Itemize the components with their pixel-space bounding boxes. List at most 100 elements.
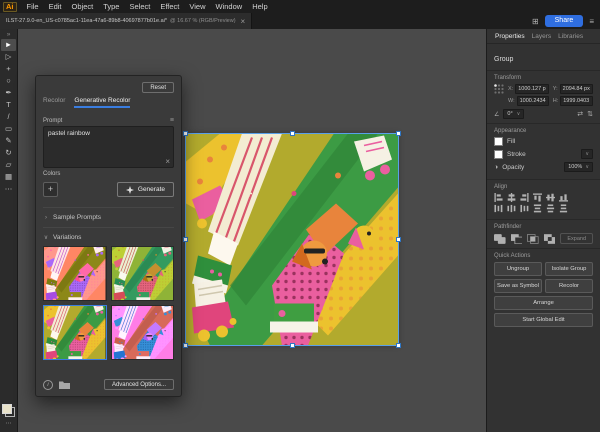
variation-1[interactable] xyxy=(43,246,107,301)
artboard[interactable] xyxy=(183,131,401,348)
panel-menu-icon[interactable]: ≡ xyxy=(589,17,594,26)
align-top-icon[interactable] xyxy=(533,193,542,202)
selection-handle-top-right[interactable] xyxy=(396,131,401,136)
rectangle-tool-icon[interactable]: ▭ xyxy=(1,123,16,135)
tab-properties[interactable]: Properties xyxy=(495,33,525,40)
more-tools-icon[interactable]: ⋯ xyxy=(1,183,16,195)
menu-window[interactable]: Window xyxy=(211,0,248,13)
distribute-bottom-icon[interactable] xyxy=(559,204,568,213)
opacity-label[interactable]: Opacity xyxy=(502,164,524,171)
variation-3[interactable] xyxy=(43,305,107,360)
menu-help[interactable]: Help xyxy=(247,0,272,13)
tab-libraries[interactable]: Libraries xyxy=(558,33,583,40)
fill-stroke-swatch[interactable] xyxy=(2,404,15,417)
tab-close-icon[interactable]: × xyxy=(241,17,246,26)
menu-type[interactable]: Type xyxy=(98,0,124,13)
tab-layers[interactable]: Layers xyxy=(532,33,552,40)
info-icon[interactable]: i xyxy=(43,379,53,390)
tab-generative-recolor[interactable]: Generative Recolor xyxy=(74,97,131,108)
workspace-switcher-icon[interactable]: ⊞ xyxy=(532,17,539,26)
folder-icon[interactable] xyxy=(59,380,70,389)
magic-wand-tool-icon[interactable]: + xyxy=(1,63,16,75)
stroke-label[interactable]: Stroke xyxy=(507,151,526,158)
paintbrush-tool-icon[interactable]: ✎ xyxy=(1,135,16,147)
selection-handle-top-left[interactable] xyxy=(183,131,188,136)
variation-2[interactable] xyxy=(110,246,174,301)
tools-overflow-icon[interactable]: » xyxy=(1,30,16,39)
reset-button[interactable]: Reset xyxy=(142,82,174,93)
save-as-symbol-button[interactable]: Save as Symbol xyxy=(494,279,542,293)
mesh-tool-icon[interactable]: ▦ xyxy=(1,171,16,183)
advanced-options-button[interactable]: Advanced Options... xyxy=(103,379,174,390)
generate-button[interactable]: Generate xyxy=(116,182,174,197)
y-input[interactable]: 2094.84 px xyxy=(559,84,593,94)
pathfinder-unite-icon[interactable] xyxy=(494,233,506,244)
x-input[interactable]: 1000.127 p xyxy=(515,84,549,94)
width-input[interactable]: 1000.2434 xyxy=(516,96,549,106)
tab-recolor[interactable]: Recolor xyxy=(43,97,65,108)
prompt-clear-icon[interactable]: × xyxy=(165,157,170,166)
ungroup-button[interactable]: Ungroup xyxy=(494,262,542,276)
align-middle-vertical-icon[interactable] xyxy=(546,193,555,202)
pathfinder-exclude-icon[interactable] xyxy=(543,233,556,244)
variation-4[interactable] xyxy=(110,305,174,360)
direct-selection-tool-icon[interactable]: ▷ xyxy=(1,51,16,63)
type-tool-icon[interactable]: T xyxy=(1,99,16,111)
prompt-input[interactable]: pastel rainbow × xyxy=(43,126,174,168)
menu-edit[interactable]: Edit xyxy=(44,0,67,13)
selection-handle-top-middle[interactable] xyxy=(289,131,295,136)
expand-button[interactable]: Expand xyxy=(560,233,593,244)
pen-tool-icon[interactable]: ✒ xyxy=(1,87,16,99)
flip-vertical-icon[interactable]: ⇅ xyxy=(587,110,593,118)
menu-effect[interactable]: Effect xyxy=(155,0,184,13)
document-tab[interactable]: ILST-27.9.0-en_US-c0785ac1-11ea-47a6-89b… xyxy=(0,13,253,29)
selection-handle-middle-left[interactable] xyxy=(183,237,188,242)
align-bottom-icon[interactable] xyxy=(559,193,568,202)
toolbar: » ► ▷ + ○ ✒ T / ▭ ✎ ↻ ▱ ▦ ⋯ ⋯ xyxy=(0,29,18,432)
start-global-edit-button[interactable]: Start Global Edit xyxy=(494,313,593,327)
reference-point-locator[interactable] xyxy=(494,84,504,94)
artwork-image[interactable] xyxy=(186,134,398,345)
recolor-panel: Reset Recolor Generative Recolor Prompt … xyxy=(35,75,182,397)
menu-file[interactable]: File xyxy=(22,0,44,13)
distribute-left-icon[interactable] xyxy=(494,204,503,213)
selection-handle-middle-right[interactable] xyxy=(396,237,401,242)
menu-object[interactable]: Object xyxy=(67,0,99,13)
arrange-button[interactable]: Arrange xyxy=(494,296,593,310)
pathfinder-intersect-icon[interactable] xyxy=(527,233,539,244)
distribute-middle-vertical-icon[interactable] xyxy=(546,204,555,213)
recolor-button[interactable]: Recolor xyxy=(545,279,593,293)
isolate-group-button[interactable]: Isolate Group xyxy=(545,262,593,276)
scale-tool-icon[interactable]: ▱ xyxy=(1,159,16,171)
distribute-center-horizontal-icon[interactable] xyxy=(507,204,516,213)
selection-tool-icon[interactable]: ► xyxy=(1,39,16,51)
distribute-right-icon[interactable] xyxy=(520,204,529,213)
variations-row[interactable]: ∨ Variations xyxy=(43,232,174,243)
menu-select[interactable]: Select xyxy=(124,0,155,13)
share-button[interactable]: Share xyxy=(544,15,584,27)
sample-prompts-row[interactable]: › Sample Prompts xyxy=(43,212,174,223)
fill-swatch-icon xyxy=(2,404,12,414)
opacity-select[interactable]: 100% ∨ xyxy=(564,162,593,172)
selection-handle-bottom-middle[interactable] xyxy=(289,343,295,348)
add-color-button[interactable]: + xyxy=(43,182,58,197)
fill-color-swatch[interactable] xyxy=(494,137,503,146)
selection-handle-bottom-right[interactable] xyxy=(396,343,401,348)
prompt-menu-icon[interactable]: ≡ xyxy=(170,117,174,124)
lasso-tool-icon[interactable]: ○ xyxy=(1,75,16,87)
flip-horizontal-icon[interactable]: ⇄ xyxy=(577,110,583,118)
pathfinder-minus-front-icon[interactable] xyxy=(510,233,523,244)
align-left-icon[interactable] xyxy=(494,193,503,202)
selection-handle-bottom-left[interactable] xyxy=(183,343,188,348)
edit-toolbar-icon[interactable]: ⋯ xyxy=(1,419,16,428)
align-right-icon[interactable] xyxy=(520,193,529,202)
align-center-horizontal-icon[interactable] xyxy=(507,193,516,202)
rotate-tool-icon[interactable]: ↻ xyxy=(1,147,16,159)
menu-view[interactable]: View xyxy=(184,0,210,13)
stroke-color-swatch[interactable] xyxy=(494,149,503,159)
height-input[interactable]: 1999.0403 xyxy=(560,96,593,106)
rotate-angle-select[interactable]: 0° ∨ xyxy=(503,109,525,119)
line-segment-tool-icon[interactable]: / xyxy=(1,111,16,123)
stroke-weight-stepper[interactable]: ∨ xyxy=(581,149,593,159)
distribute-top-icon[interactable] xyxy=(533,204,542,213)
